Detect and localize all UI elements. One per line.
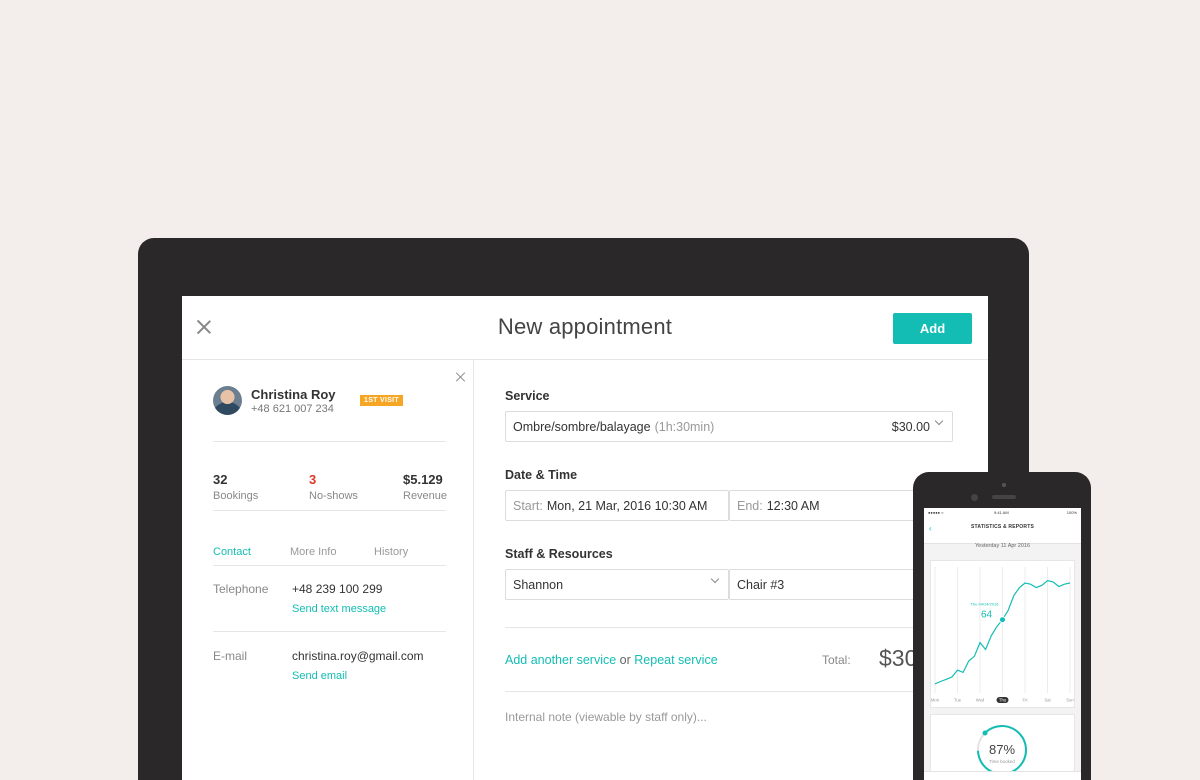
stat-label: Revenue <box>403 490 448 502</box>
stat-value: $5.129 <box>403 472 443 487</box>
datetime-label: Date & Time <box>505 468 578 482</box>
email-value: christina.roy@gmail.com <box>292 649 424 663</box>
service-price: $30.00 <box>891 420 930 434</box>
highlight-date-label: Thu 04/14/2016 <box>970 602 999 607</box>
service-label: Service <box>505 389 550 403</box>
send-email-link[interactable]: Send email <box>292 670 347 682</box>
stat-revenue: $5.129 Revenue <box>403 472 447 502</box>
send-text-link[interactable]: Send text message <box>292 603 386 615</box>
stat-value: 32 <box>213 472 228 487</box>
start-value: Mon, 21 Mar, 2016 10:30 AM <box>546 498 708 513</box>
staff-value: Shannon <box>513 577 564 592</box>
telephone-label: Telephone <box>213 582 269 596</box>
service-duration: (1h:30min) <box>654 419 715 434</box>
gauge-card: 87% Time booked <box>930 714 1075 775</box>
client-name[interactable]: Christina Roy <box>251 387 336 402</box>
line-chart: Thu 04/14/2016 64 Mon Tue Wed Thu Fri Sat Sun <box>931 567 1074 703</box>
divider <box>505 627 953 628</box>
phone-screen: ●●●●● ≈ 9:41 AM 100% ‹ STATISTICS & REPO… <box>924 508 1081 780</box>
x-tick-label: Wed <box>976 698 985 703</box>
service-actions: Add another service or Repeat service <box>505 653 718 667</box>
repeat-service-link[interactable]: Repeat service <box>634 653 717 667</box>
gauge-label: Time booked <box>989 759 1015 764</box>
start-datetime-field[interactable]: Start: Mon, 21 Mar, 2016 10:30 AM <box>505 490 729 521</box>
tab-more-info[interactable]: More Info <box>290 546 336 558</box>
stat-label: No-shows <box>309 490 358 502</box>
gauge-start-dot <box>982 730 988 736</box>
email-label: E-mail <box>213 649 248 663</box>
start-prefix: Start: <box>513 498 543 513</box>
x-tick-label: Fri <box>1023 698 1028 703</box>
highlight-value-label: 64 <box>981 610 993 621</box>
chart-card: Thu 04/14/2016 64 Mon Tue Wed Thu Fri Sat Sun <box>930 560 1075 708</box>
divider <box>505 691 953 692</box>
report-date: Yesterday 11 Apr 2016 <box>974 543 1031 549</box>
client-phone: +48 621 007 234 <box>251 403 334 415</box>
gauge-value: 87% <box>989 742 1015 757</box>
divider <box>213 510 446 511</box>
phone-nav-title: STATISTICS & REPORTS <box>971 524 1034 530</box>
service-name: Ombre/sombre/balayage <box>513 419 651 434</box>
modal-header: New appointment Add <box>182 296 988 360</box>
divider <box>213 565 446 566</box>
status-carrier: ●●●●● ≈ <box>928 510 944 515</box>
staff-resources-label: Staff & Resources <box>505 547 613 561</box>
add-button[interactable]: Add <box>893 313 972 344</box>
add-another-service-link[interactable]: Add another service <box>505 653 616 667</box>
camera-icon <box>1002 483 1006 487</box>
phone-nav-bar: ‹ STATISTICS & REPORTS <box>924 516 1081 544</box>
x-tick-label: Mon <box>931 698 940 703</box>
time-booked-gauge: 87% Time booked <box>977 725 1027 775</box>
stat-bookings: 32 Bookings <box>213 472 258 502</box>
service-select[interactable]: Ombre/sombre/balayage (1h:30min) $30.00 <box>505 411 953 442</box>
divider <box>213 631 446 632</box>
speaker-slot <box>992 495 1016 499</box>
first-visit-badge: 1ST VISIT <box>360 395 403 406</box>
remove-client-icon[interactable] <box>455 372 465 382</box>
resource-value: Chair #3 <box>737 577 785 592</box>
tab-history[interactable]: History <box>374 546 408 558</box>
telephone-value: +48 239 100 299 <box>292 582 383 596</box>
chevron-down-icon <box>710 574 720 584</box>
avatar <box>213 386 242 415</box>
total-value: $30 <box>879 645 918 671</box>
internal-note-field[interactable]: Internal note (viewable by staff only)..… <box>505 710 707 724</box>
front-camera-icon <box>971 494 978 501</box>
staff-select[interactable]: Shannon <box>505 569 729 600</box>
phone-tab-bar <box>924 771 1081 780</box>
status-bar: ●●●●● ≈ 9:41 AM 100% <box>924 508 1081 516</box>
end-value: 12:30 AM <box>766 498 820 513</box>
stat-no-shows: 3 No-shows <box>309 472 358 502</box>
tab-contact[interactable]: Contact <box>213 546 251 558</box>
chevron-down-icon <box>934 416 944 426</box>
stat-value: 3 <box>309 472 317 487</box>
end-prefix: End: <box>737 498 763 513</box>
client-panel: Christina Roy +48 621 007 234 1ST VISIT … <box>182 360 474 780</box>
x-tick-label: Sun <box>1066 698 1074 703</box>
or-text: or <box>619 653 631 667</box>
status-battery: 100% <box>1066 510 1077 515</box>
divider <box>213 441 446 442</box>
page-title: New appointment <box>497 314 673 339</box>
x-tick-label: Sat <box>1044 698 1051 703</box>
status-time: 9:41 AM <box>994 510 1009 515</box>
x-tick-label: Thu <box>999 698 1007 703</box>
appointment-screen: New appointment Add Christina Roy +48 62… <box>182 296 988 780</box>
highlight-point <box>999 616 1006 624</box>
stat-label: Bookings <box>213 490 259 502</box>
x-tick-label: Tue <box>954 698 962 703</box>
total-label: Total: <box>822 653 851 667</box>
